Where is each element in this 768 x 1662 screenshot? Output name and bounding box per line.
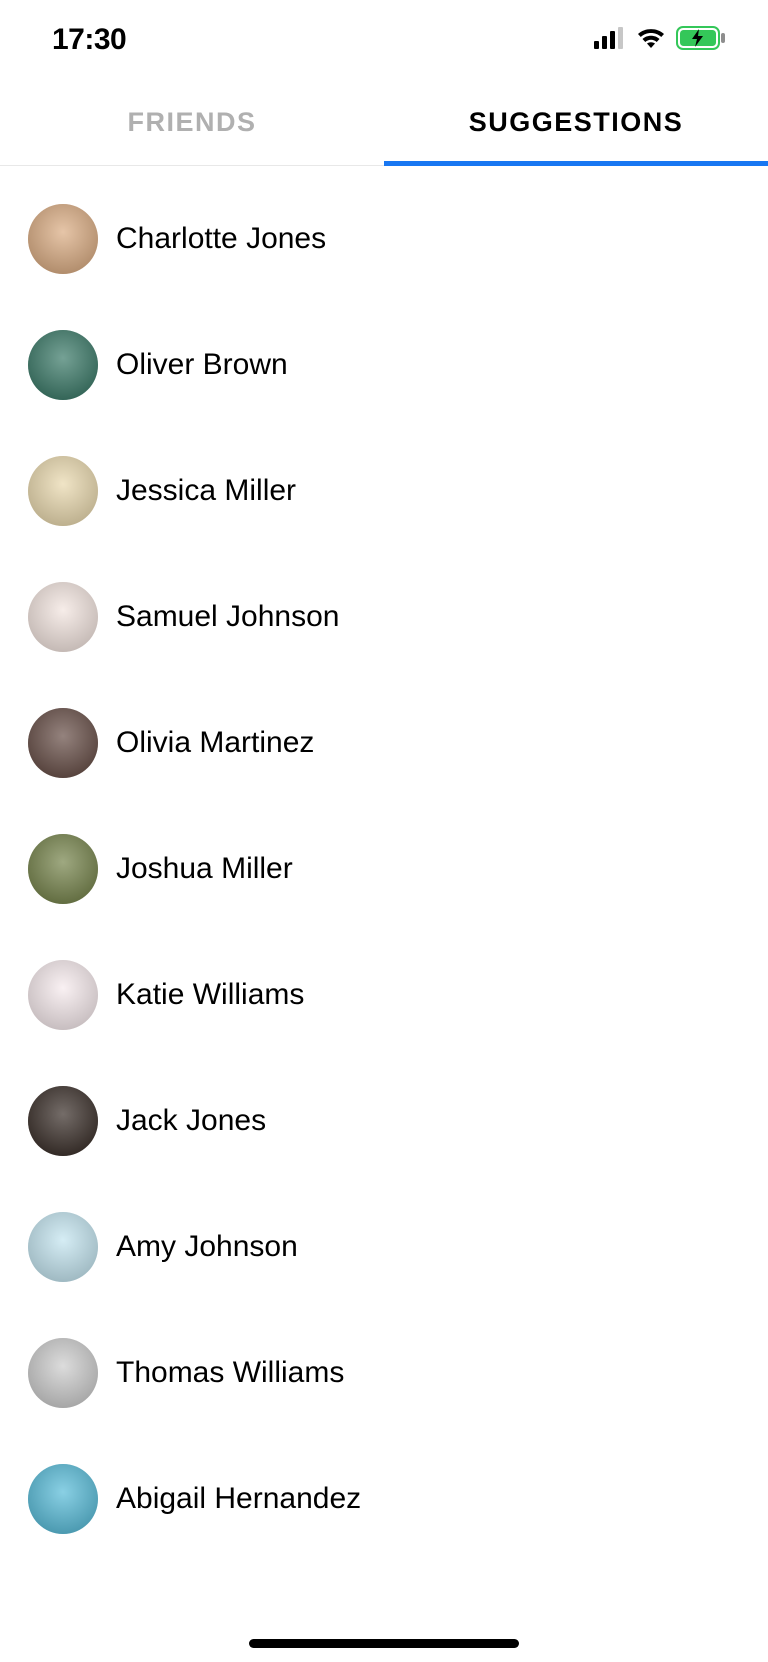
suggestion-name: Samuel Johnson	[116, 600, 339, 634]
tab-friends-label: FRIENDS	[127, 107, 256, 138]
suggestion-name: Jack Jones	[116, 1104, 266, 1138]
list-item[interactable]: Charlotte Jones	[0, 176, 768, 302]
battery-charging-icon	[676, 26, 726, 55]
tab-suggestions-label: SUGGESTIONS	[469, 107, 684, 138]
suggestion-name: Oliver Brown	[116, 348, 288, 382]
list-item[interactable]: Oliver Brown	[0, 302, 768, 428]
avatar	[28, 1212, 98, 1282]
status-icons	[594, 26, 726, 55]
avatar	[28, 1086, 98, 1156]
suggestions-list[interactable]: Charlotte Jones Oliver Brown Jessica Mille…	[0, 166, 768, 1562]
tab-friends[interactable]: FRIENDS	[0, 80, 384, 165]
list-item[interactable]: Katie Williams	[0, 932, 768, 1058]
tab-suggestions[interactable]: SUGGESTIONS	[384, 80, 768, 165]
suggestion-name: Thomas Williams	[116, 1356, 344, 1390]
list-item[interactable]: Olivia Martinez	[0, 680, 768, 806]
tab-bar: FRIENDS SUGGESTIONS	[0, 80, 768, 166]
avatar	[28, 834, 98, 904]
suggestion-name: Joshua Miller	[116, 852, 293, 886]
list-item[interactable]: Jack Jones	[0, 1058, 768, 1184]
suggestion-name: Olivia Martinez	[116, 726, 314, 760]
avatar	[28, 330, 98, 400]
avatar	[28, 1464, 98, 1534]
cellular-icon	[594, 27, 626, 54]
avatar	[28, 960, 98, 1030]
avatar	[28, 456, 98, 526]
suggestion-name: Amy Johnson	[116, 1230, 298, 1264]
avatar	[28, 204, 98, 274]
avatar	[28, 582, 98, 652]
suggestion-name: Katie Williams	[116, 978, 304, 1012]
list-item[interactable]: Jessica Miller	[0, 428, 768, 554]
suggestion-name: Charlotte Jones	[116, 222, 326, 256]
list-item[interactable]: Samuel Johnson	[0, 554, 768, 680]
avatar	[28, 708, 98, 778]
list-item[interactable]: Abigail Hernandez	[0, 1436, 768, 1562]
list-item[interactable]: Amy Johnson	[0, 1184, 768, 1310]
suggestion-name: Abigail Hernandez	[116, 1482, 361, 1516]
status-bar: 17:30	[0, 0, 768, 80]
list-item[interactable]: Joshua Miller	[0, 806, 768, 932]
suggestion-name: Jessica Miller	[116, 474, 296, 508]
list-item[interactable]: Thomas Williams	[0, 1310, 768, 1436]
wifi-icon	[636, 27, 666, 54]
avatar	[28, 1338, 98, 1408]
status-time: 17:30	[52, 23, 126, 57]
home-indicator[interactable]	[249, 1639, 519, 1648]
